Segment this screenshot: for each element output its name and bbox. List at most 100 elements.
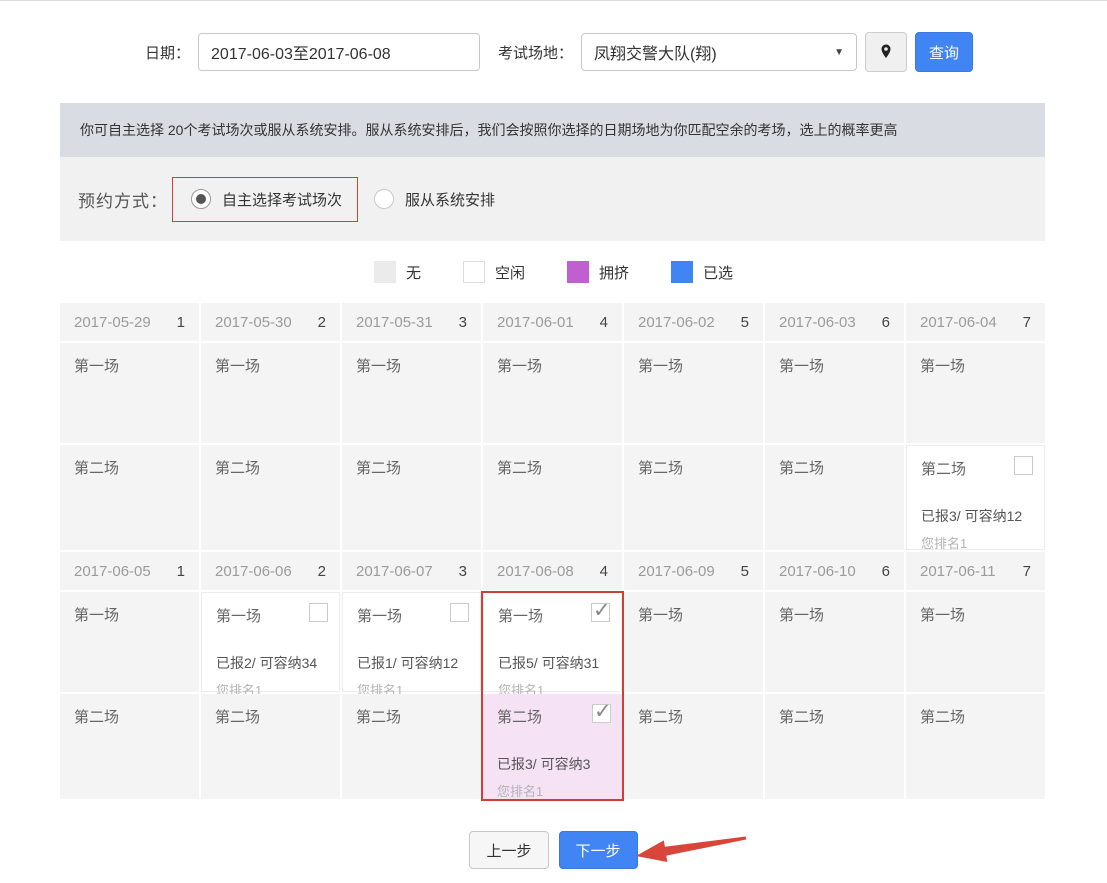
legend-item: 无: [374, 261, 421, 283]
session-cell[interactable]: 第一场: [60, 343, 199, 443]
session-checkbox[interactable]: [309, 603, 328, 622]
session-cell[interactable]: 第一场: [60, 592, 199, 692]
header-date: 2017-05-31: [356, 314, 433, 331]
header-day-number: 6: [882, 314, 890, 331]
header-date: 2017-06-05: [74, 563, 151, 580]
session-name: 第二场: [638, 457, 751, 478]
legend-label: 无: [406, 262, 421, 283]
session-cell[interactable]: 第二场: [624, 694, 763, 799]
date-header-cell: 2017-05-302: [201, 303, 340, 341]
calendar-header-row: 2017-05-2912017-05-3022017-05-3132017-06…: [60, 303, 1045, 341]
session-name: 第二场: [920, 706, 1033, 727]
session-cell[interactable]: 第二场: [201, 694, 340, 799]
header-date: 2017-06-01: [497, 314, 574, 331]
session-cell[interactable]: 第二场: [765, 694, 904, 799]
radio-icon[interactable]: [191, 189, 211, 209]
your-rank: 您排名1: [921, 533, 1032, 552]
session-checkbox[interactable]: [1014, 456, 1033, 475]
booking-option-2[interactable]: 服从系统安排: [374, 189, 495, 210]
date-header-cell: 2017-06-095: [624, 552, 763, 590]
session-cell[interactable]: 第二场: [765, 445, 904, 550]
calendar-session-row: 第二场第二场第二场第二场已报3/ 可容纳3您排名1第二场第二场第二场: [60, 694, 1045, 799]
session-checkbox[interactable]: [450, 603, 469, 622]
session-cell[interactable]: 第一场: [201, 343, 340, 443]
session-cell[interactable]: 第二场: [624, 445, 763, 550]
session-cell[interactable]: 第一场: [765, 592, 904, 692]
date-header-cell: 2017-06-02 5: [624, 303, 763, 341]
date-header-cell: 2017-05-313: [342, 303, 481, 341]
session-name: 第一场: [74, 604, 187, 625]
header-date: 2017-06-03: [779, 314, 856, 331]
header-date: 2017-06-04: [920, 314, 997, 331]
header-day-number: 5: [741, 314, 749, 331]
date-header-cell: 2017-06-047: [906, 303, 1045, 341]
calendar-session-row: 第二场第二场第二场第二场第二场第二场第二场已报3/ 可容纳12您排名1: [60, 445, 1045, 550]
session-cell[interactable]: 第一场: [906, 592, 1045, 692]
session-cell[interactable]: 第二场: [483, 445, 622, 550]
header-date: 2017-06-10: [779, 563, 856, 580]
session-name: 第一场: [638, 604, 751, 625]
legend-item: 已选: [671, 261, 733, 283]
next-step-button[interactable]: 下一步: [559, 831, 638, 869]
notice-bar: 你可自主选择 20个考试场次或服从系统安排。服从系统安排后，我们会按照你选择的日…: [60, 103, 1045, 157]
date-header-cell: 2017-06-11 7: [906, 552, 1045, 590]
booking-mode-label: 预约方式：: [78, 187, 168, 212]
header-day-number: 7: [1023, 563, 1031, 580]
location-button[interactable]: [865, 32, 907, 72]
session-cell[interactable]: 第一场: [624, 592, 763, 692]
radio-icon[interactable]: [374, 189, 394, 209]
legend-swatch: [567, 261, 589, 283]
booking-mode-section: 预约方式： 自主选择考试场次 服从系统安排: [60, 157, 1045, 241]
session-cell[interactable]: 第二场: [60, 445, 199, 550]
session-name: 第一场: [497, 355, 610, 376]
session-cell[interactable]: 第二场: [342, 694, 481, 799]
session-cell[interactable]: 第二场: [342, 445, 481, 550]
calendar: 2017-05-2912017-05-3022017-05-3132017-06…: [60, 303, 1045, 799]
date-header-cell: 2017-06-01 4: [483, 303, 622, 341]
prev-step-button[interactable]: 上一步: [469, 831, 548, 869]
enrolled-count: 已报3/ 可容纳12: [921, 506, 1032, 526]
session-name: 第一场: [215, 355, 328, 376]
booking-option-1[interactable]: 自主选择考试场次: [172, 177, 358, 222]
calendar-week-2: 2017-06-0512017-06-0622017-06-0732017-06…: [60, 552, 1045, 799]
header-day-number: 1: [177, 563, 185, 580]
calendar-session-row: 第一场第一场已报2/ 可容纳34您排名1第一场已报1/ 可容纳12您排名1第一场…: [60, 592, 1045, 692]
session-checkbox[interactable]: [592, 704, 611, 723]
header-date: 2017-05-30: [215, 314, 292, 331]
header-date: 2017-06-11: [920, 563, 996, 580]
session-cell[interactable]: 第一场: [906, 343, 1045, 443]
session-name: 第一场: [779, 604, 892, 625]
session-cell[interactable]: 第二场: [201, 445, 340, 550]
session-cell[interactable]: 第一场: [765, 343, 904, 443]
enrolled-count: 已报2/ 可容纳34: [216, 653, 327, 673]
session-cell[interactable]: 第一场: [624, 343, 763, 443]
header-date: 2017-06-02: [638, 314, 715, 331]
header-date: 2017-06-06: [215, 563, 292, 580]
session-cell[interactable]: 第一场已报5/ 可容纳31您排名1: [483, 592, 622, 692]
venue-select-value: 凤翔交警大队(翔): [594, 40, 717, 64]
footer-actions: 上一步 下一步: [0, 831, 1107, 869]
session-cell[interactable]: 第一场: [483, 343, 622, 443]
header-day-number: 2: [318, 563, 326, 580]
date-range-input[interactable]: [198, 33, 480, 71]
session-cell[interactable]: 第二场已报3/ 可容纳3您排名1: [483, 694, 622, 799]
session-name: 第二场: [638, 706, 751, 727]
date-header-cell: 2017-06-084: [483, 552, 622, 590]
location-pin-icon: [877, 42, 895, 62]
session-checkbox[interactable]: [591, 603, 610, 622]
session-cell[interactable]: 第二场已报3/ 可容纳12您排名1: [906, 445, 1045, 550]
session-name: 第二场: [215, 706, 328, 727]
header-date: 2017-06-08: [497, 563, 574, 580]
booking-option-label: 服从系统安排: [405, 189, 495, 210]
session-cell[interactable]: 第二场: [60, 694, 199, 799]
header-day-number: 4: [600, 314, 608, 331]
session-name: 第二场: [74, 706, 187, 727]
session-cell[interactable]: 第一场已报2/ 可容纳34您排名1: [201, 592, 340, 692]
header-day-number: 5: [741, 563, 749, 580]
date-header-cell: 2017-05-291: [60, 303, 199, 341]
venue-select[interactable]: 凤翔交警大队(翔) ▼: [581, 33, 857, 71]
session-cell[interactable]: 第一场: [342, 343, 481, 443]
session-cell[interactable]: 第一场已报1/ 可容纳12您排名1: [342, 592, 481, 692]
query-button[interactable]: 查询: [915, 32, 973, 72]
session-cell[interactable]: 第二场: [906, 694, 1045, 799]
